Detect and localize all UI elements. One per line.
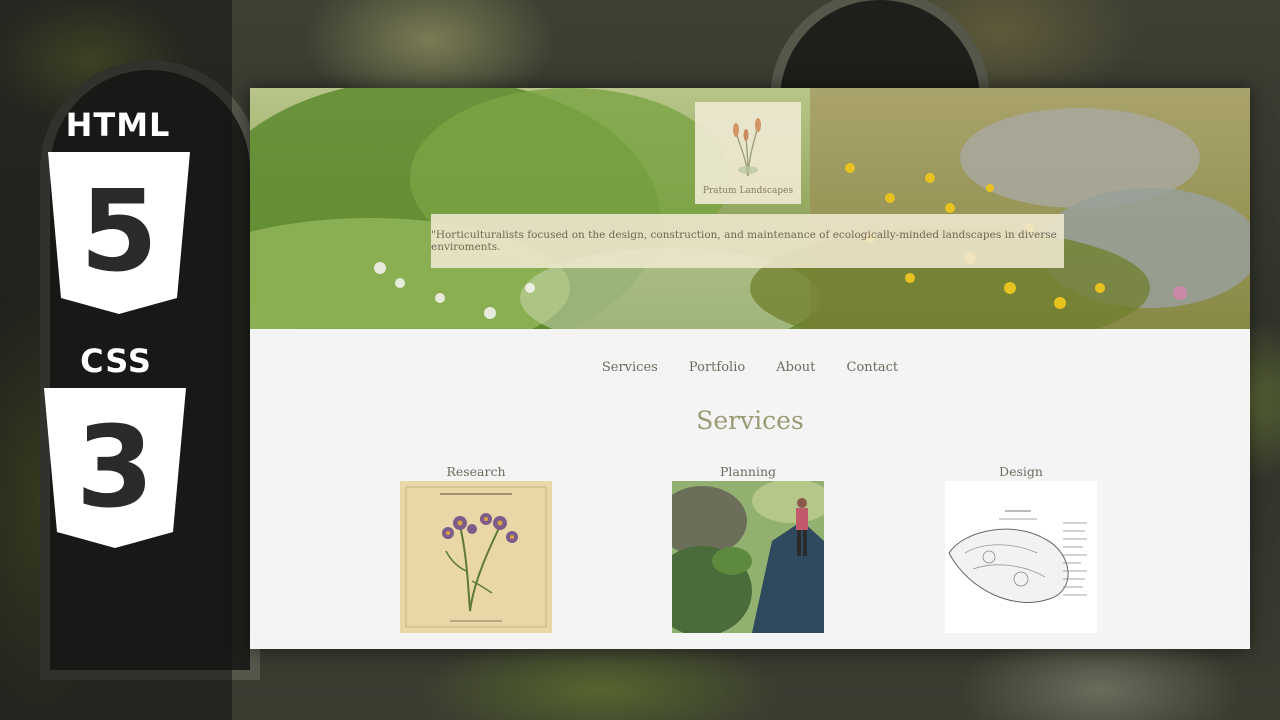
service-card-label: Planning bbox=[719, 464, 776, 479]
landscape-plan-icon bbox=[945, 481, 1097, 633]
services-heading: Services bbox=[696, 406, 804, 435]
tagline-text: "Horticulturalists focused on the design… bbox=[431, 229, 1057, 253]
css-logo-number: 3 bbox=[76, 403, 154, 533]
html-logo-number: 5 bbox=[80, 167, 158, 297]
css-logo-label: CSS bbox=[80, 342, 152, 380]
main-nav: Services Portfolio About Contact bbox=[250, 356, 1250, 375]
grass-sketch-icon bbox=[733, 118, 761, 177]
design-image[interactable] bbox=[945, 481, 1097, 633]
brand-logo[interactable]: Pratum Landscapes bbox=[695, 102, 801, 204]
service-card-planning[interactable]: Planning bbox=[672, 464, 824, 633]
website-panel: Pratum Landscapes "Horticulturalists foc… bbox=[250, 88, 1250, 649]
tagline-box: "Horticulturalists focused on the design… bbox=[431, 214, 1064, 268]
nav-item-services[interactable]: Services bbox=[602, 360, 658, 375]
service-card-label: Research bbox=[446, 464, 506, 479]
nav-item-about[interactable]: About bbox=[776, 360, 815, 375]
css3-shield-icon: 3 bbox=[44, 388, 186, 548]
botanical-print-icon bbox=[405, 486, 547, 628]
html-logo-label: HTML bbox=[65, 106, 171, 144]
service-card-label: Design bbox=[999, 464, 1043, 479]
brand-name: Pratum Landscapes bbox=[702, 186, 794, 196]
hero-banner: Pratum Landscapes "Horticulturalists foc… bbox=[250, 88, 1250, 329]
research-image[interactable] bbox=[400, 481, 552, 633]
service-card-research[interactable]: Research bbox=[400, 464, 552, 633]
nav-item-portfolio[interactable]: Portfolio bbox=[689, 360, 745, 375]
garden-path-photo-icon bbox=[672, 481, 824, 633]
nav-item-contact[interactable]: Contact bbox=[847, 360, 899, 375]
html5-shield-icon: 5 bbox=[48, 152, 190, 314]
planning-image[interactable] bbox=[672, 481, 824, 633]
service-card-design[interactable]: Design bbox=[945, 464, 1097, 633]
